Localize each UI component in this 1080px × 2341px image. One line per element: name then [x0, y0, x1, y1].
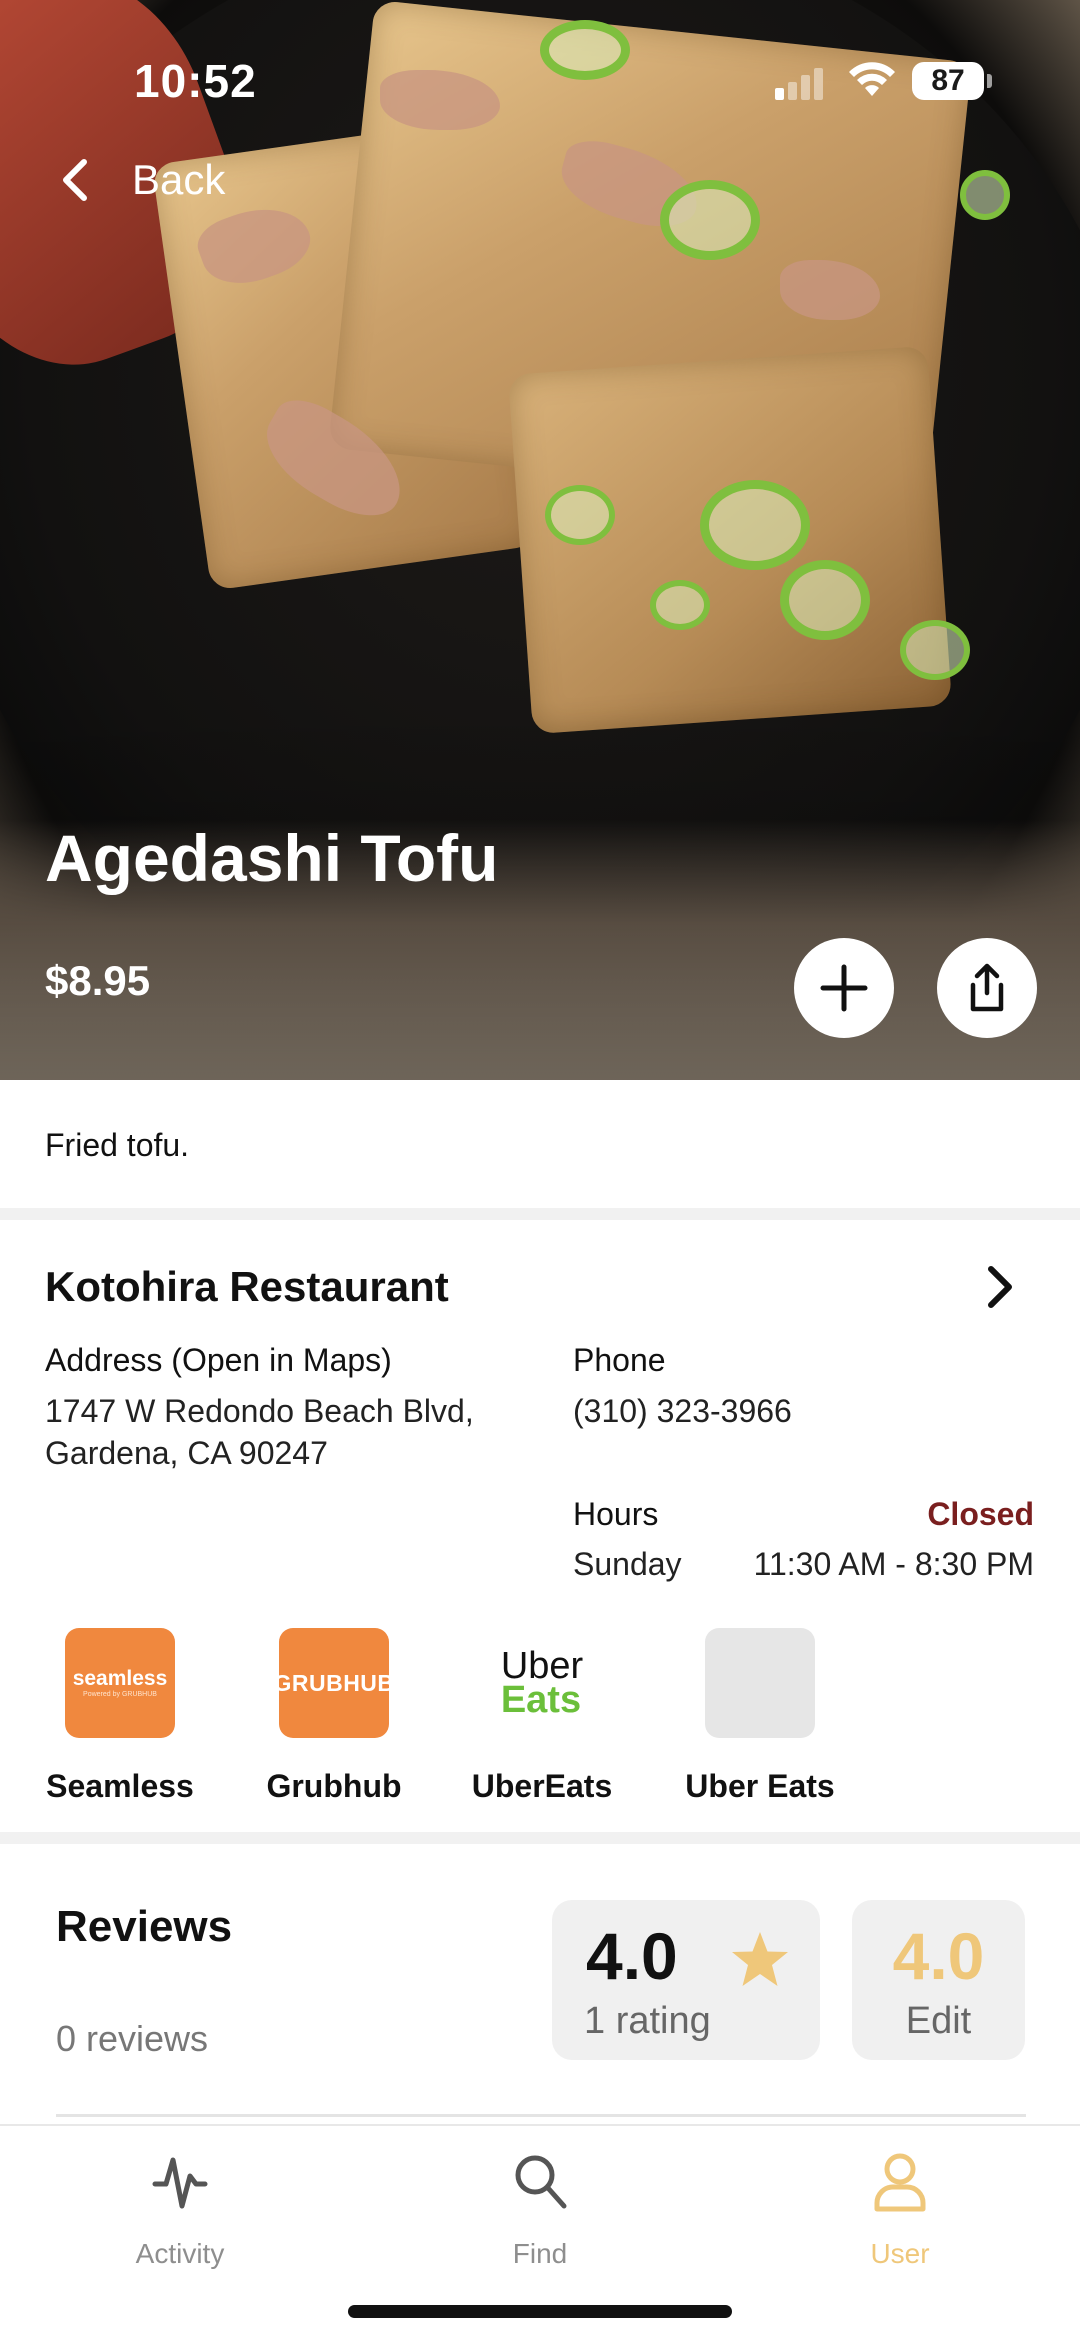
section-divider [0, 1832, 1080, 1844]
ubereats-logo: Uber Eats [500, 1645, 584, 1721]
tab-label: User [870, 2238, 930, 2269]
delivery-seamless[interactable]: seamless Powered by GRUBHUB Seamless [45, 1628, 195, 1805]
average-rating-card: 4.0 1 rating [552, 1900, 820, 2060]
grubhub-logo: GRUBHUB [273, 1628, 394, 1738]
status-bar: 10:52 87 [0, 50, 1080, 110]
average-rating: 4.0 [586, 1919, 678, 1993]
restaurant-name[interactable]: Kotohira Restaurant [45, 1263, 449, 1311]
search-icon [420, 2148, 660, 2216]
delivery-ubereats[interactable]: Uber Eats UberEats [467, 1628, 617, 1805]
open-status-badge: Closed [927, 1496, 1034, 1532]
battery-icon: 87 [912, 62, 992, 100]
delivery-name: UberEats [471, 1768, 613, 1804]
phone-number[interactable]: (310) 323-3966 [573, 1390, 792, 1432]
user-icon [780, 2148, 1020, 2216]
dish-title: Agedashi Tofu [45, 821, 499, 895]
rating-count: 1 rating [584, 2000, 711, 2042]
star-icon [732, 1932, 788, 1986]
hours-label: Hours [573, 1496, 659, 1532]
chevron-right-icon[interactable] [985, 1262, 1025, 1312]
delivery-name: Uber Eats [685, 1768, 835, 1804]
activity-icon [60, 2148, 300, 2216]
plus-icon [820, 964, 868, 1012]
status-time: 10:52 [134, 55, 257, 107]
share-button[interactable] [937, 938, 1037, 1038]
delivery-name: Seamless [46, 1768, 194, 1804]
cellular-signal-icon [775, 66, 825, 100]
tab-find[interactable]: Find [420, 2148, 660, 2270]
delivery-grubhub[interactable]: GRUBHUB Grubhub [259, 1628, 409, 1805]
placeholder-logo [705, 1628, 815, 1738]
delivery-name: Grubhub [266, 1768, 402, 1804]
reviews-title: Reviews [56, 1902, 233, 1951]
home-indicator [348, 2305, 732, 2318]
tab-user[interactable]: User [780, 2148, 1020, 2270]
delivery-uber-eats[interactable]: Uber Eats [680, 1628, 840, 1805]
dish-description: Fried tofu. [45, 1127, 190, 1163]
phone-label: Phone [573, 1342, 666, 1378]
my-rating: 4.0 [892, 1919, 985, 1993]
tab-label: Find [512, 2238, 568, 2269]
hours-time: 11:30 AM - 8:30 PM [753, 1546, 1034, 1582]
reviews-divider [56, 2114, 1026, 2117]
chevron-left-icon [58, 150, 94, 210]
section-divider [0, 1208, 1080, 1220]
dish-price: $8.95 [45, 957, 151, 1004]
add-button[interactable] [794, 938, 894, 1038]
seamless-logo: seamless Powered by GRUBHUB [65, 1628, 175, 1738]
share-icon [970, 963, 1004, 1012]
address-line-2[interactable]: Gardena, CA 90247 [45, 1432, 328, 1474]
address-line-1[interactable]: 1747 W Redondo Beach Blvd, [45, 1390, 474, 1432]
reviews-count: 0 reviews [56, 2018, 209, 2059]
back-button[interactable]: Back [58, 150, 225, 210]
address-label[interactable]: Address (Open in Maps) [45, 1342, 392, 1379]
tab-activity[interactable]: Activity [60, 2148, 300, 2270]
hours-day: Sunday [573, 1546, 682, 1582]
my-rating-edit-button[interactable]: 4.0 Edit [852, 1900, 1025, 2060]
tab-label: Activity [135, 2238, 225, 2269]
wifi-icon [849, 62, 895, 96]
edit-label: Edit [905, 2000, 972, 2042]
back-label: Back [132, 156, 226, 203]
